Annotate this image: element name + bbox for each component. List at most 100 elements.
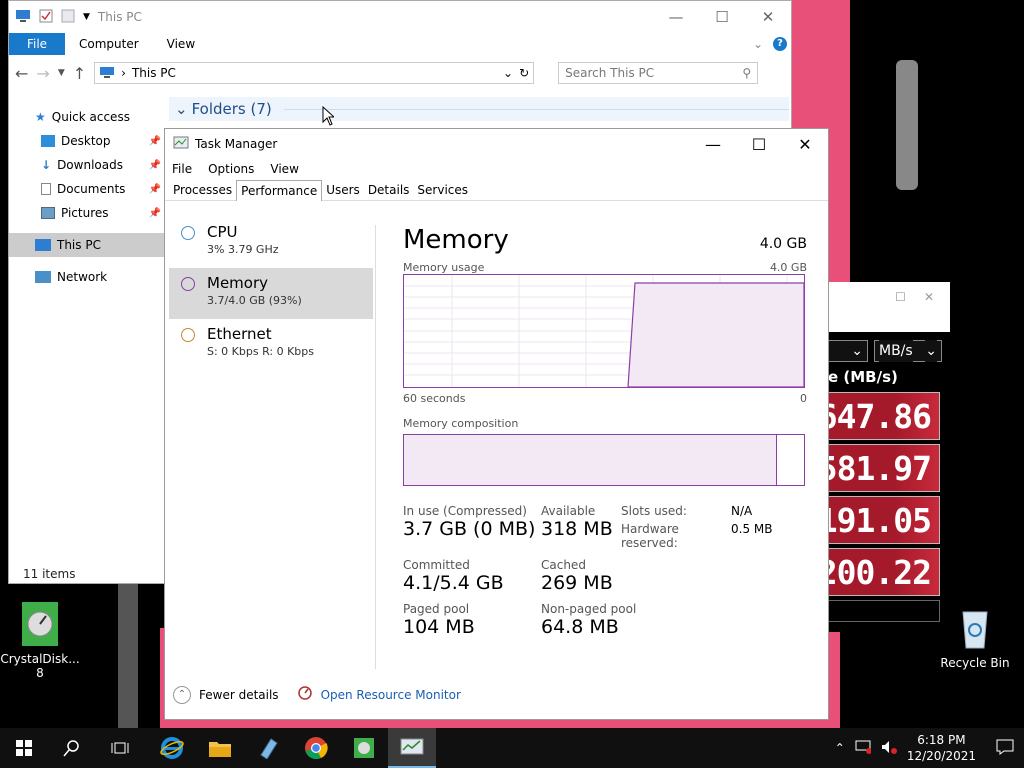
address-dropdown-icon[interactable]: ⌄ bbox=[503, 66, 513, 80]
drive-select[interactable]: ⌄ bbox=[828, 340, 868, 362]
back-arrow-icon[interactable]: ← bbox=[15, 64, 28, 83]
tab-users[interactable]: Users bbox=[322, 180, 364, 200]
fewer-details-link[interactable]: Fewer details bbox=[199, 688, 279, 702]
resource-item-memory[interactable]: Memory 3.7/4.0 GB (93%) bbox=[169, 268, 373, 319]
crystaldisk-icon bbox=[354, 738, 374, 758]
memory-composition-bar bbox=[403, 434, 805, 486]
stat-value: 0.5 MB bbox=[731, 522, 773, 536]
chevron-up-icon[interactable]: ⌃ bbox=[173, 685, 191, 704]
volume-icon[interactable] bbox=[881, 740, 897, 757]
recent-locations-icon[interactable]: ▼ bbox=[58, 68, 65, 78]
unit-select-value: MB/s bbox=[879, 340, 913, 362]
pin-icon: 📌 bbox=[148, 183, 161, 195]
network-icon[interactable] bbox=[855, 740, 872, 757]
menu-file[interactable]: File bbox=[172, 162, 192, 176]
resource-item-ethernet[interactable]: Ethernet S: 0 Kbps R: 0 Kbps bbox=[169, 319, 373, 370]
memory-panel: Memory 4.0 GB Memory usage 4.0 GB 60 sec… bbox=[403, 225, 807, 638]
unit-select[interactable]: MB/s ⌄ bbox=[874, 340, 942, 362]
maximize-button[interactable]: ☐ bbox=[699, 8, 745, 26]
menu-options[interactable]: Options bbox=[208, 162, 254, 176]
breadcrumb-this-pc[interactable]: This PC bbox=[132, 66, 176, 80]
chrome-icon bbox=[305, 737, 328, 760]
nav-item-desktop[interactable]: Desktop 📌 bbox=[9, 129, 165, 153]
clock[interactable]: 6:18 PM 12/20/2021 bbox=[907, 732, 976, 764]
pin-icon: 📌 bbox=[148, 207, 161, 219]
ribbon-expand-icon[interactable]: ⌄ bbox=[753, 37, 763, 51]
cdm-titlebar: ☐ ✕ bbox=[828, 282, 950, 312]
minimize-button[interactable]: — bbox=[690, 135, 736, 154]
ribbon-tab-computer[interactable]: Computer bbox=[65, 33, 153, 55]
task-view-button[interactable] bbox=[96, 728, 144, 768]
nav-label: This PC bbox=[57, 238, 101, 252]
taskbar-edge[interactable] bbox=[148, 728, 196, 768]
notification-icon[interactable] bbox=[996, 739, 1014, 758]
computer-icon bbox=[35, 239, 51, 251]
memory-usage-graph bbox=[403, 274, 805, 388]
memory-stats: In use (Compressed) 3.7 GB (0 MB) Availa… bbox=[403, 504, 807, 638]
start-button[interactable] bbox=[0, 728, 48, 768]
properties-icon[interactable] bbox=[39, 9, 53, 26]
tab-details[interactable]: Details bbox=[364, 180, 414, 200]
maximize-button[interactable]: ☐ bbox=[736, 135, 782, 154]
resource-monitor-icon bbox=[297, 685, 313, 704]
tab-performance[interactable]: Performance bbox=[236, 180, 323, 201]
status-bar-item-count: 11 items bbox=[23, 567, 76, 581]
minimize-button[interactable]: — bbox=[653, 8, 699, 26]
close-button[interactable]: ✕ bbox=[924, 290, 934, 304]
crystaldisk-icon bbox=[16, 600, 64, 648]
clock-time: 6:18 PM bbox=[917, 733, 966, 747]
navigation-pane: ★ Quick access Desktop 📌 ↓ Downloads 📌 D… bbox=[9, 105, 165, 565]
resource-detail: 3% 3.79 GHz bbox=[207, 243, 279, 256]
resource-name: CPU bbox=[207, 223, 238, 241]
desktop-icon-crystaldisk[interactable]: CrystalDisk... 8 bbox=[0, 600, 80, 680]
pin-icon: 📌 bbox=[148, 159, 161, 171]
nav-item-network[interactable]: Network bbox=[9, 265, 165, 289]
cdm-result-value: 647.86 bbox=[818, 392, 940, 440]
search-input[interactable]: Search This PC ⚲ bbox=[558, 62, 759, 84]
panel-divider bbox=[375, 225, 376, 669]
new-folder-icon[interactable] bbox=[61, 9, 75, 26]
search-button[interactable] bbox=[48, 728, 96, 768]
open-resource-monitor-link[interactable]: Open Resource Monitor bbox=[321, 688, 461, 702]
taskbar-file-explorer[interactable] bbox=[196, 728, 244, 768]
resource-item-cpu[interactable]: CPU 3% 3.79 GHz bbox=[169, 217, 373, 268]
close-button[interactable]: ✕ bbox=[745, 8, 791, 26]
cdm-comment-field[interactable] bbox=[828, 600, 940, 622]
tab-processes[interactable]: Processes bbox=[169, 180, 236, 200]
pictures-icon bbox=[41, 207, 55, 219]
memory-usage-graph-svg bbox=[404, 275, 805, 388]
computer-icon bbox=[15, 9, 31, 26]
memory-graph-icon bbox=[181, 277, 195, 291]
taskbar-chrome[interactable] bbox=[292, 728, 340, 768]
tab-services[interactable]: Services bbox=[413, 180, 472, 200]
nav-item-pictures[interactable]: Pictures 📌 bbox=[9, 201, 165, 225]
taskbar-crystaldisk[interactable] bbox=[340, 728, 388, 768]
search-icon: ⚲ bbox=[742, 66, 752, 80]
taskbar-app[interactable] bbox=[244, 728, 292, 768]
resource-name: Memory bbox=[207, 274, 269, 292]
refresh-icon[interactable]: ↻ bbox=[519, 66, 529, 80]
ribbon-tab-file[interactable]: File bbox=[9, 33, 65, 55]
task-manager-icon bbox=[400, 738, 424, 755]
taskbar-task-manager[interactable] bbox=[388, 728, 436, 768]
ribbon-tab-view[interactable]: View bbox=[153, 33, 209, 55]
up-arrow-icon[interactable]: ↑ bbox=[73, 64, 86, 83]
star-icon: ★ bbox=[35, 110, 46, 124]
chevron-up-icon[interactable]: ⌃ bbox=[835, 741, 845, 755]
desktop-icon-label: Recycle Bin bbox=[940, 656, 1010, 670]
quick-access-dropdown-icon[interactable]: ▼ bbox=[83, 12, 90, 22]
address-field[interactable]: › This PC ⌄ ↻ bbox=[94, 62, 535, 84]
nav-item-documents[interactable]: Documents 📌 bbox=[9, 177, 165, 201]
maximize-button[interactable]: ☐ bbox=[895, 290, 906, 304]
forward-arrow-icon[interactable]: → bbox=[36, 64, 49, 83]
nav-item-this-pc[interactable]: This PC bbox=[9, 233, 165, 257]
folders-group-header[interactable]: ⌄ Folders (7) bbox=[169, 97, 789, 121]
nav-item-downloads[interactable]: ↓ Downloads 📌 bbox=[9, 153, 165, 177]
tm-tabs: Processes Performance Users Details Serv… bbox=[165, 179, 828, 201]
help-icon[interactable]: ? bbox=[773, 37, 787, 51]
menu-view[interactable]: View bbox=[270, 162, 298, 176]
stat-label: In use (Compressed) bbox=[403, 504, 527, 518]
internet-explorer-icon bbox=[160, 737, 184, 759]
close-button[interactable]: ✕ bbox=[782, 135, 828, 154]
nav-item-quick-access[interactable]: ★ Quick access bbox=[9, 105, 165, 129]
